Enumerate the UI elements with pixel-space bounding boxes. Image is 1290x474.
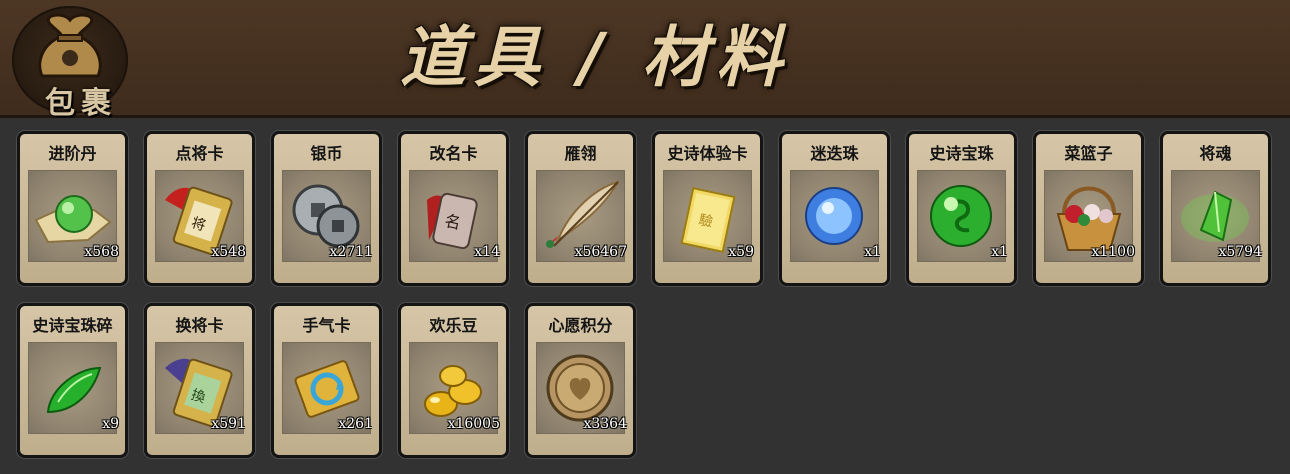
item-card-shishi-baozhu[interactable]: 史诗宝珠 x1: [906, 131, 1017, 286]
item-count: x16005: [447, 416, 500, 432]
item-name: 将魂: [1199, 144, 1232, 163]
money-bag-icon[interactable]: 包裹: [12, 6, 128, 121]
item-name: 心愿积分: [548, 316, 613, 335]
item-count: x59: [728, 244, 754, 260]
item-card-jianghun[interactable]: 将魂 x5794: [1160, 131, 1271, 286]
item-count: x56467: [574, 244, 627, 260]
item-name: 史诗体验卡: [667, 144, 748, 163]
header-bar: 包裹 道具 / 材料: [0, 0, 1290, 121]
item-card-shishi-baozhu-sui[interactable]: 史诗宝珠碎 x9: [17, 303, 128, 458]
item-count: x14: [474, 244, 500, 260]
item-count: x568: [84, 244, 119, 260]
item-count: x5794: [1218, 244, 1262, 260]
item-count: x2711: [329, 244, 373, 260]
item-name: 点将卡: [175, 144, 224, 163]
item-name: 菜篮子: [1064, 144, 1113, 163]
bag-label: 包裹: [45, 86, 117, 121]
item-count: x3364: [583, 416, 627, 432]
item-name: 雁翎: [564, 144, 597, 163]
item-card-yinbi[interactable]: 银币 x2711: [271, 131, 382, 286]
item-name: 手气卡: [302, 316, 351, 335]
item-card-shishi-tiyanka[interactable]: 史诗体验卡 驗 x59: [652, 131, 763, 286]
item-count: x591: [211, 416, 246, 432]
item-card-huanjiangka[interactable]: 换将卡 換 x591: [144, 303, 255, 458]
item-name: 史诗宝珠: [929, 144, 994, 163]
item-card-xinyuan-jifen[interactable]: 心愿积分 x3364: [525, 303, 636, 458]
item-count: x1100: [1091, 244, 1135, 260]
item-card-cailanzi[interactable]: 菜篮子 x1100: [1033, 131, 1144, 286]
item-name: 银币: [310, 144, 343, 163]
item-card-huanledou[interactable]: 欢乐豆 x16005: [398, 303, 509, 458]
item-card-shouqika[interactable]: 手气卡 x261: [271, 303, 382, 458]
item-count: x1: [864, 244, 881, 260]
item-count: x1: [991, 244, 1008, 260]
item-card-jinjiedan[interactable]: 进阶丹 x568: [17, 131, 128, 286]
item-card-dianjiangka[interactable]: 点将卡 将 x548: [144, 131, 255, 286]
item-card-midiezhu[interactable]: 迷迭珠 x1: [779, 131, 890, 286]
item-count: x548: [211, 244, 246, 260]
page-title: 道具 / 材料: [400, 19, 791, 96]
item-count: x261: [338, 416, 373, 432]
item-name: 迷迭珠: [810, 144, 859, 163]
item-count: x9: [102, 416, 119, 432]
item-name: 欢乐豆: [429, 316, 478, 335]
item-card-gaimingka[interactable]: 改名卡 名 x14: [398, 131, 509, 286]
item-card-yanling[interactable]: 雁翎 x56467: [525, 131, 636, 286]
item-name: 进阶丹: [48, 144, 97, 163]
item-name: 改名卡: [429, 144, 478, 163]
item-name: 史诗宝珠碎: [32, 316, 113, 335]
item-name: 换将卡: [175, 316, 224, 335]
